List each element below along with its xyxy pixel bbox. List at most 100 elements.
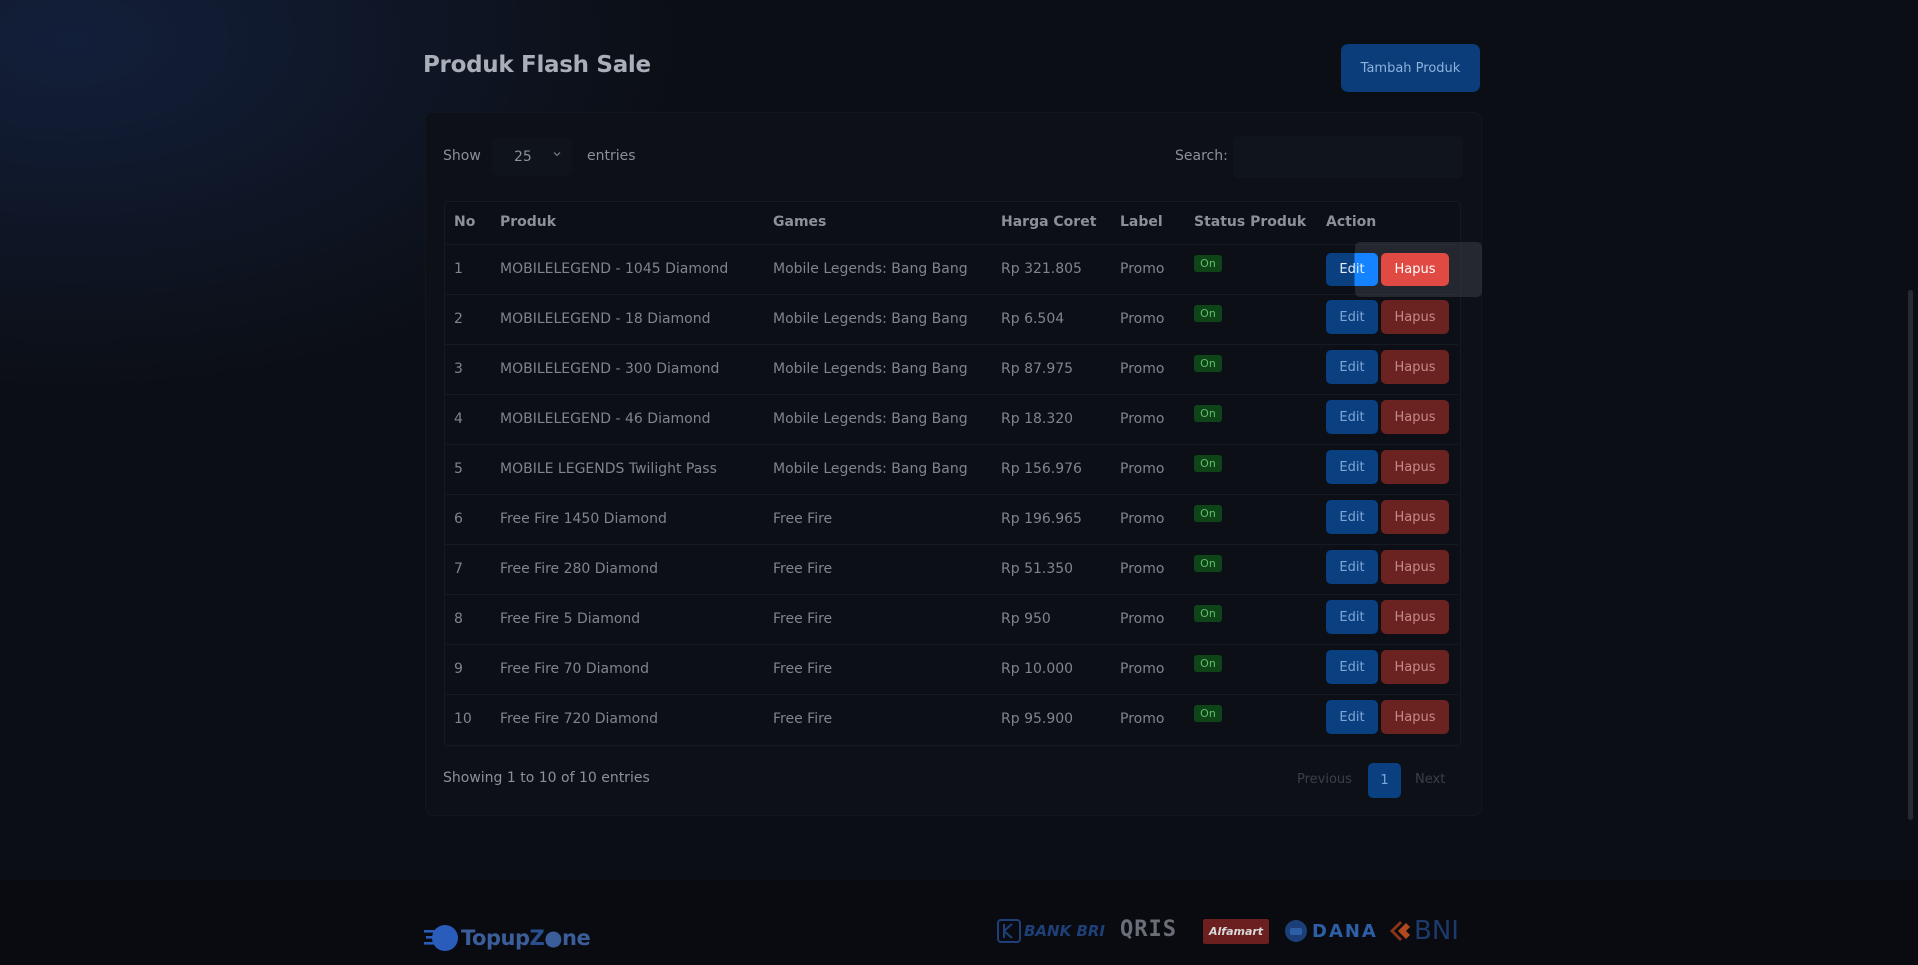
- cell-no: 6: [454, 511, 463, 527]
- status-badge: On: [1194, 705, 1222, 722]
- footer: [0, 880, 1918, 965]
- bank-bri-logo: BANK BRI: [997, 918, 1105, 944]
- table-row: 10 Free Fire 720 Diamond Free Fire Rp 95…: [445, 694, 1458, 745]
- cell-produk: Free Fire 280 Diamond: [500, 561, 658, 577]
- cell-produk: MOBILELEGEND - 46 Diamond: [500, 411, 711, 427]
- logo-text: TopupZ●ne: [461, 926, 591, 950]
- cell-label: Promo: [1120, 511, 1165, 527]
- edit-button[interactable]: Edit: [1326, 700, 1378, 734]
- cell-label: Promo: [1120, 561, 1165, 577]
- cell-games: Mobile Legends: Bang Bang: [773, 411, 968, 427]
- cell-games: Free Fire: [773, 561, 833, 577]
- cell-produk: MOBILELEGEND - 1045 Diamond: [500, 261, 729, 277]
- cell-no: 4: [454, 411, 463, 427]
- cell-no: 3: [454, 361, 463, 377]
- status-badge: On: [1194, 255, 1222, 272]
- header-status[interactable]: Status Produk: [1194, 214, 1306, 230]
- table-row: 3 MOBILELEGEND - 300 Diamond Mobile Lege…: [445, 344, 1458, 395]
- cell-produk: Free Fire 1450 Diamond: [500, 511, 667, 527]
- cell-label: Promo: [1120, 261, 1165, 277]
- cell-no: 5: [454, 461, 463, 477]
- bni-logo: BNI: [1388, 916, 1459, 946]
- delete-button[interactable]: Hapus: [1381, 350, 1449, 384]
- cell-no: 9: [454, 661, 463, 677]
- cell-produk: MOBILE LEGENDS Twilight Pass: [500, 461, 717, 477]
- cell-label: Promo: [1120, 361, 1165, 377]
- cell-label: Promo: [1120, 661, 1165, 677]
- cell-games: Free Fire: [773, 711, 833, 727]
- pagination-page-1[interactable]: 1: [1368, 763, 1401, 798]
- search-input[interactable]: [1233, 136, 1463, 178]
- cell-no: 7: [454, 561, 463, 577]
- edit-button[interactable]: Edit: [1326, 550, 1378, 584]
- delete-button[interactable]: Hapus: [1381, 400, 1449, 434]
- edit-button[interactable]: Edit: [1326, 400, 1378, 434]
- delete-button[interactable]: Hapus: [1381, 500, 1449, 534]
- cell-produk: Free Fire 5 Diamond: [500, 611, 641, 627]
- table-row: 6 Free Fire 1450 Diamond Free Fire Rp 19…: [445, 494, 1458, 545]
- delete-button[interactable]: Hapus: [1381, 550, 1449, 584]
- header-produk[interactable]: Produk: [500, 214, 556, 230]
- status-badge: On: [1194, 555, 1222, 572]
- main-page: Produk Flash Sale Tambah Produk Show 2 5 …: [0, 0, 1918, 880]
- entries-label: entries: [587, 148, 636, 164]
- cell-harga: Rp 321.805: [1001, 261, 1082, 277]
- add-product-button[interactable]: Tambah Produk: [1341, 44, 1480, 92]
- edit-button[interactable]: Edit: [1326, 600, 1378, 634]
- delete-button[interactable]: Hapus: [1381, 700, 1449, 734]
- topupzone-logo[interactable]: TopupZ●ne: [423, 922, 591, 954]
- status-badge: On: [1194, 355, 1222, 372]
- cell-harga: Rp 18.320: [1001, 411, 1074, 427]
- edit-button[interactable]: Edit: [1326, 450, 1378, 484]
- edit-button[interactable]: Edit: [1326, 350, 1378, 384]
- delete-button[interactable]: Hapus: [1381, 650, 1449, 684]
- cell-harga: Rp 51.350: [1001, 561, 1074, 577]
- edit-button-highlighted[interactable]: Edit: [1326, 253, 1378, 286]
- cell-harga: Rp 87.975: [1001, 361, 1074, 377]
- cell-no: 2: [454, 311, 463, 327]
- edit-button[interactable]: Edit: [1326, 500, 1378, 534]
- pagination-previous[interactable]: Previous: [1297, 772, 1352, 787]
- cell-harga: Rp 156.976: [1001, 461, 1082, 477]
- table-row: 8 Free Fire 5 Diamond Free Fire Rp 950 P…: [445, 594, 1458, 645]
- cell-games: Mobile Legends: Bang Bang: [773, 261, 968, 277]
- cell-label: Promo: [1120, 711, 1165, 727]
- header-label[interactable]: Label: [1120, 214, 1163, 230]
- cell-games: Mobile Legends: Bang Bang: [773, 361, 968, 377]
- table-row: 2 MOBILELEGEND - 18 Diamond Mobile Legen…: [445, 294, 1458, 345]
- cell-harga: Rp 10.000: [1001, 661, 1074, 677]
- page-title: Produk Flash Sale: [423, 52, 651, 78]
- header-games[interactable]: Games: [773, 214, 826, 230]
- edit-button[interactable]: Edit: [1326, 650, 1378, 684]
- cell-harga: Rp 196.965: [1001, 511, 1082, 527]
- delete-button-highlighted[interactable]: Hapus: [1381, 253, 1449, 286]
- cell-games: Mobile Legends: Bang Bang: [773, 311, 968, 327]
- cell-games: Free Fire: [773, 611, 833, 627]
- edit-button[interactable]: Edit: [1326, 300, 1378, 334]
- delete-button[interactable]: Hapus: [1381, 300, 1449, 334]
- cell-produk: MOBILELEGEND - 300 Diamond: [500, 361, 720, 377]
- delete-button[interactable]: Hapus: [1381, 450, 1449, 484]
- cell-no: 1: [454, 261, 463, 277]
- header-no[interactable]: No: [454, 214, 475, 230]
- entries-select[interactable]: 25: [492, 138, 572, 176]
- cell-produk: MOBILELEGEND - 18 Diamond: [500, 311, 711, 327]
- cell-label: Promo: [1120, 611, 1165, 627]
- scrollbar[interactable]: [1908, 290, 1913, 820]
- cell-games: Mobile Legends: Bang Bang: [773, 461, 968, 477]
- entries-value: 25: [514, 149, 532, 165]
- status-badge: On: [1194, 405, 1222, 422]
- table-row: 9 Free Fire 70 Diamond Free Fire Rp 10.0…: [445, 644, 1458, 695]
- pagination-next[interactable]: Next: [1415, 772, 1445, 787]
- status-badge: On: [1194, 605, 1222, 622]
- header-harga-coret[interactable]: Harga Coret: [1001, 214, 1096, 230]
- cell-label: Promo: [1120, 461, 1165, 477]
- show-label: Show: [443, 148, 481, 164]
- cell-harga: Rp 6.504: [1001, 311, 1065, 327]
- delete-button[interactable]: Hapus: [1381, 600, 1449, 634]
- cell-produk: Free Fire 70 Diamond: [500, 661, 650, 677]
- dana-logo: DANA: [1284, 918, 1378, 944]
- table-row: 5 MOBILE LEGENDS Twilight Pass Mobile Le…: [445, 444, 1458, 495]
- pagination-info: Showing 1 to 10 of 10 entries: [443, 770, 650, 786]
- qris-logo: QRIS: [1120, 916, 1177, 942]
